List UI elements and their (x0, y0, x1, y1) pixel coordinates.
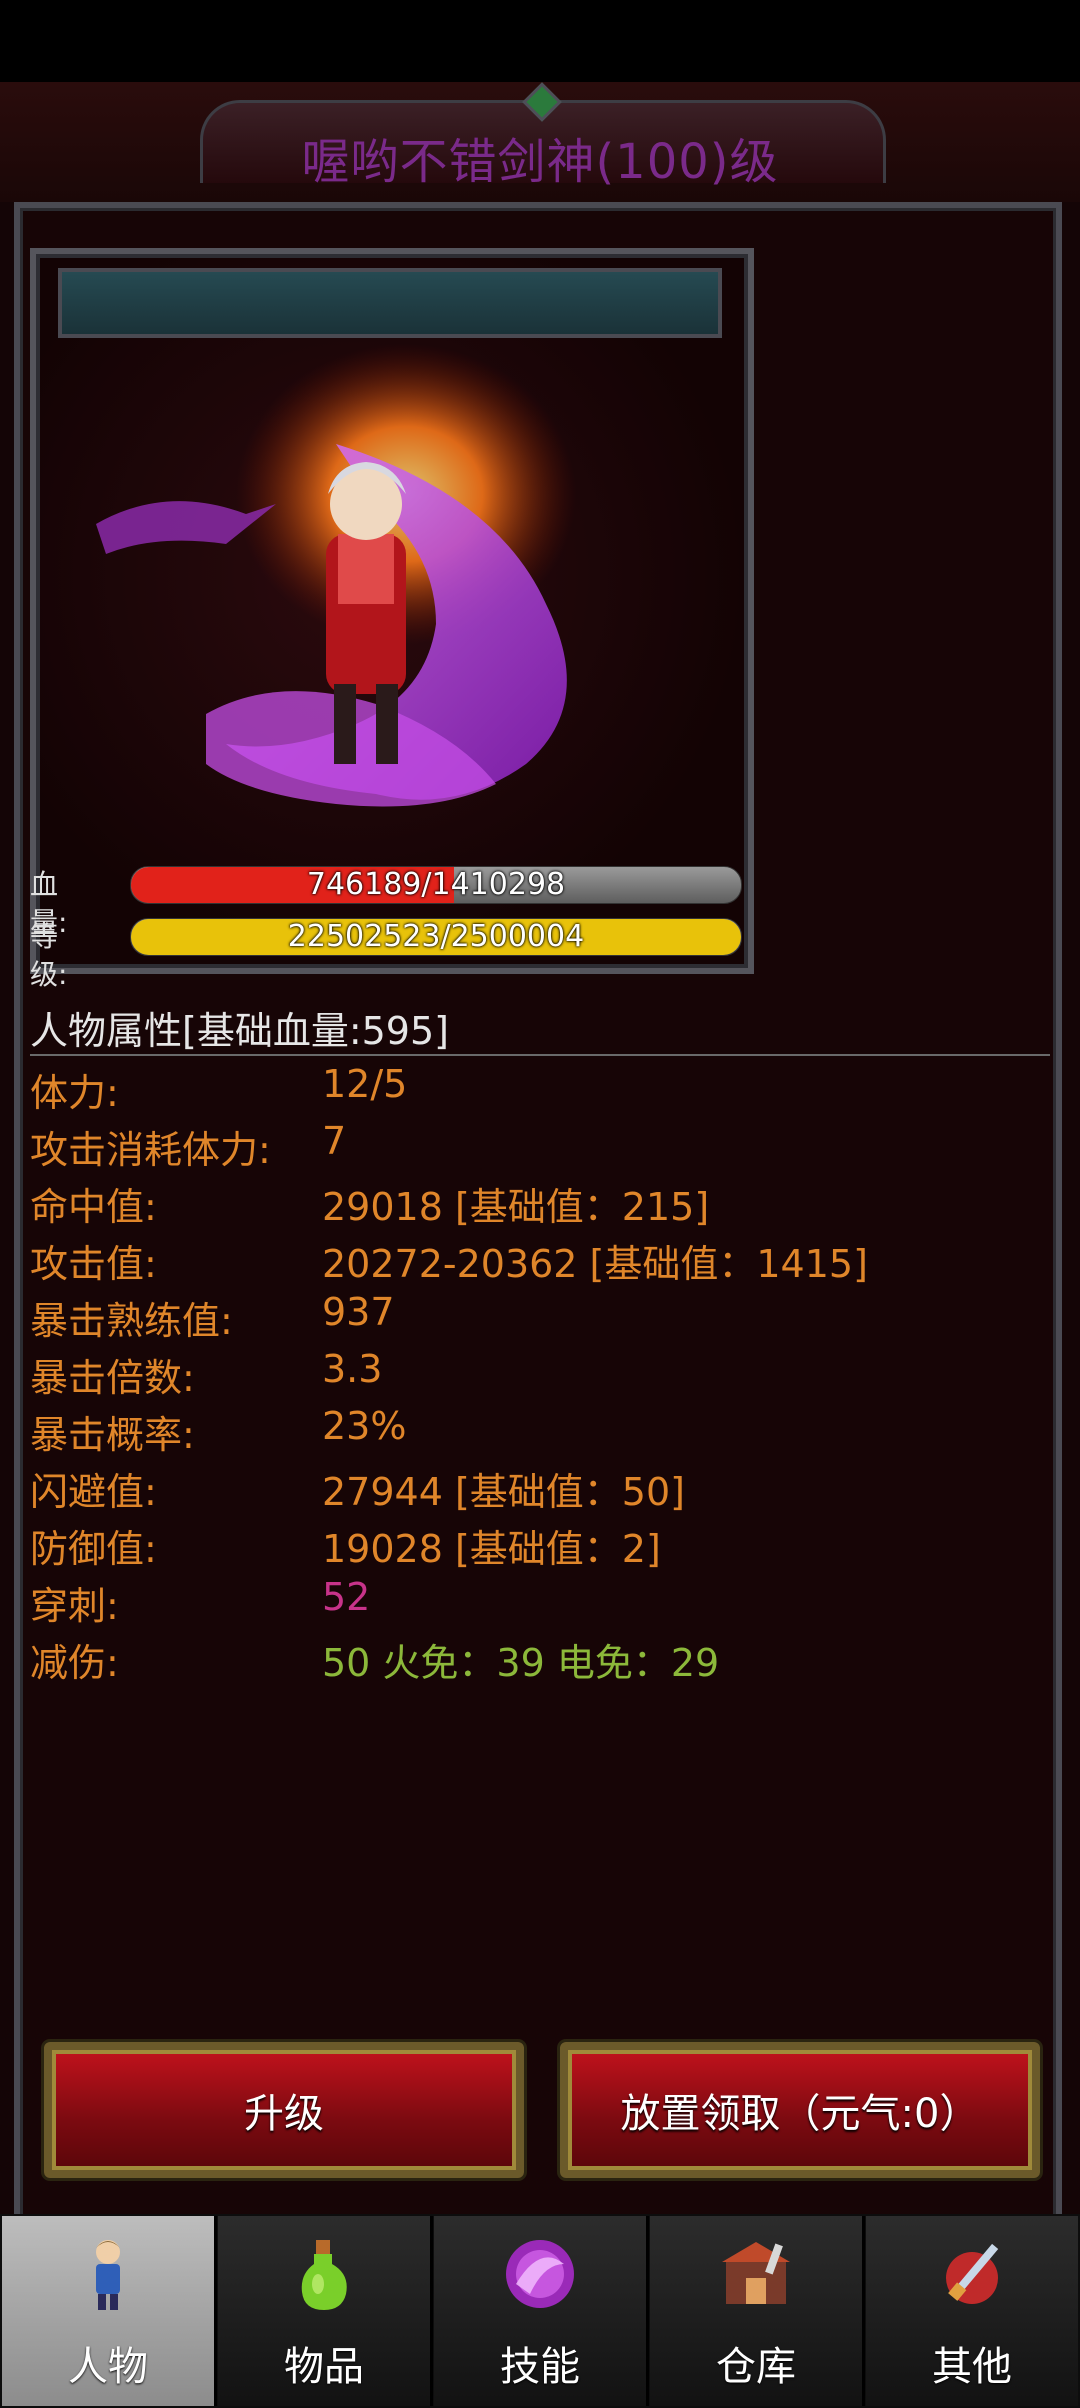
upgrade-button-label: 升级 (244, 2091, 324, 2137)
tab-skills[interactable]: 技能 (434, 2216, 649, 2406)
stat-value: 29018 [基础值：215] (322, 1185, 710, 1229)
bottom-tab-bar: 人物 物品 技能 仓库 其他 (0, 2214, 1080, 2408)
stat-value: 3.3 (322, 1347, 383, 1391)
attributes-divider (30, 1054, 1050, 1056)
stat-label: 暴击概率: (30, 1413, 195, 1457)
stat-label: 防御值: (30, 1527, 157, 1571)
stat-label: 命中值: (30, 1185, 157, 1229)
stat-value: 20272-20362 [基础值：1415] (322, 1242, 868, 1286)
tab-label: 仓库 (716, 2344, 796, 2390)
idle-reward-button-label: 放置领取（元气:0） (620, 2091, 980, 2137)
character-avatar-icon (96, 344, 576, 807)
tab-character[interactable]: 人物 (2, 2216, 217, 2406)
upgrade-button[interactable]: 升级 (44, 2042, 524, 2178)
potion-icon (301, 2240, 347, 2310)
skill-orb-icon (506, 2240, 574, 2308)
stat-label: 减伤: (30, 1641, 119, 1685)
level-bar: 22502523/2500004 (130, 918, 742, 956)
level-value: 22502523/2500004 (287, 919, 585, 954)
stat-label: 体力: (30, 1071, 119, 1115)
attributes-title: 人物属性[基础血量:595] (30, 1009, 449, 1053)
character-title: 喔哟不错剑神(100)级 (301, 134, 779, 190)
stat-label: 穿刺: (30, 1584, 119, 1628)
stat-value: 937 (322, 1290, 395, 1334)
stat-label: 暴击倍数: (30, 1356, 195, 1400)
tab-warehouse[interactable]: 仓库 (650, 2216, 865, 2406)
stat-value: 7 (322, 1119, 347, 1163)
stat-value: 50 火免：39 电免：29 (322, 1641, 720, 1685)
tab-label: 技能 (500, 2344, 580, 2390)
stat-label: 闪避值: (30, 1470, 157, 1514)
warehouse-icon (722, 2242, 790, 2304)
tab-items[interactable]: 物品 (218, 2216, 433, 2406)
stat-value: 19028 [基础值：2] (322, 1527, 661, 1571)
tab-label: 物品 (284, 2344, 364, 2390)
stat-label: 暴击熟练值: (30, 1299, 233, 1343)
stat-value: 52 (322, 1575, 371, 1619)
idle-reward-button[interactable]: 放置领取（元气:0） (560, 2042, 1040, 2178)
other-icon (946, 2243, 999, 2304)
stat-value: 12/5 (322, 1062, 408, 1106)
status-bar (0, 0, 1080, 82)
stat-label: 攻击值: (30, 1242, 157, 1286)
hp-value: 746189/1410298 (306, 867, 566, 902)
level-label: 等级: (30, 920, 68, 991)
tab-label: 人物 (68, 2344, 148, 2390)
character-icon (96, 2240, 120, 2310)
title-bar: 喔哟不错剑神(100)级 (0, 82, 1080, 202)
stat-value: 27944 [基础值：50] (322, 1470, 685, 1514)
portrait-banner (58, 268, 722, 338)
hp-bar: 746189/1410298 (130, 866, 742, 904)
stat-label: 攻击消耗体力: (30, 1128, 271, 1172)
tab-other[interactable]: 其他 (866, 2216, 1078, 2406)
stat-value: 23% (322, 1404, 407, 1448)
tab-label: 其他 (932, 2344, 1012, 2390)
